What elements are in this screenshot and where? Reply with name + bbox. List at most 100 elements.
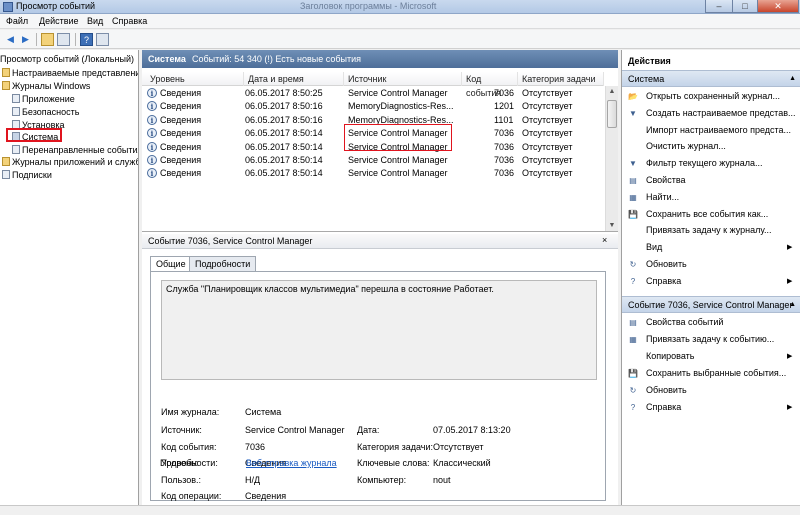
row-date: 06.05.2017 8:50:25 — [245, 88, 323, 98]
tree-windows-logs[interactable]: Журналы Windows — [2, 80, 90, 92]
window-title: Просмотр событий — [16, 1, 96, 11]
actions-section-event[interactable]: Событие 7036, Service Control Manager ▲ — [622, 296, 800, 313]
log-name: Система — [148, 54, 186, 64]
row-date: 06.05.2017 8:50:14 — [245, 141, 323, 152]
row-date: 06.05.2017 8:50:14 — [245, 155, 323, 165]
computer-label: Компьютер: — [357, 475, 407, 485]
table-row[interactable]: i Сведения 06.05.2017 8:50:14 Service Contr… — [142, 154, 604, 167]
opcode-value[interactable]: Сведения — [245, 491, 286, 501]
tree-forwarded-events[interactable]: Перенаправленные события — [12, 144, 138, 156]
menu-view[interactable]: Вид — [87, 16, 103, 26]
column-category[interactable]: Категория задачи — [518, 72, 604, 86]
action-item[interactable]: Копировать ▶ — [622, 348, 800, 365]
close-button[interactable]: ✕ — [757, 0, 799, 13]
show-tree-icon[interactable] — [57, 33, 70, 46]
row-date: 06.05.2017 8:50:14 — [245, 128, 323, 139]
tab-general[interactable]: Общие — [150, 256, 192, 272]
action-item[interactable]: Очистить журнал... — [622, 138, 800, 155]
date-value[interactable]: 07.05.2017 8:13:20 — [433, 425, 511, 435]
action-item[interactable]: ? Справка ▶ — [622, 273, 800, 290]
user-value[interactable]: Н/Д — [245, 475, 260, 485]
table-row[interactable]: i Сведения 06.05.2017 8:50:14 Service Contr… — [142, 167, 604, 180]
row-level: Сведения — [160, 155, 202, 165]
action-item[interactable]: ▤ Свойства — [622, 172, 800, 189]
info-icon: i — [147, 114, 157, 125]
action-item[interactable]: ↻ Обновить — [622, 382, 800, 399]
back-arrow-icon[interactable]: ◀ — [4, 33, 17, 46]
action-item[interactable]: Вид ▶ — [622, 239, 800, 256]
event-detail-title: Событие 7036, Service Control Manager — [148, 236, 313, 246]
action-item[interactable]: ▦ Привязать задачу к событию... — [622, 331, 800, 348]
tree-root[interactable]: Просмотр событий (Локальный) — [0, 53, 134, 65]
events-scrollbar[interactable]: ▲ ▼ — [605, 86, 618, 231]
action-item[interactable]: ▦ Найти... — [622, 189, 800, 206]
menu-bar: Файл Действие Вид Справка — [0, 14, 800, 29]
tree-security[interactable]: Безопасность — [12, 106, 79, 118]
submenu-arrow-icon: ▶ — [787, 244, 793, 252]
row-category: Отсутствует — [522, 168, 573, 179]
scroll-down-icon[interactable]: ▼ — [606, 220, 618, 231]
forward-arrow-icon[interactable]: ▶ — [19, 33, 32, 46]
row-category: Отсутствует — [522, 88, 573, 98]
event-code-value[interactable]: 7036 — [245, 442, 265, 452]
subscription-icon — [2, 170, 10, 179]
action-item[interactable]: Импорт настраиваемого предста... — [622, 122, 800, 139]
more-info-label: Подробности: — [160, 458, 218, 468]
event-message[interactable]: Служба "Планировщик классов мультимедиа"… — [161, 280, 597, 380]
task-category-value[interactable]: Отсутствует — [433, 442, 483, 452]
keywords-value[interactable]: Классический — [433, 458, 491, 468]
menu-file[interactable]: Файл — [6, 16, 28, 26]
action-item[interactable]: Привязать задачу к журналу... — [622, 222, 800, 239]
log-icon — [12, 145, 20, 154]
collapse-icon[interactable]: ▲ — [789, 71, 796, 87]
column-source[interactable]: Источник — [344, 72, 462, 86]
action-item[interactable]: ▼ Создать настраиваемое представ... — [622, 105, 800, 122]
column-code[interactable]: Код события — [462, 72, 518, 98]
folder-up-icon[interactable] — [41, 33, 54, 46]
table-row[interactable]: i Сведения 06.05.2017 8:50:16 MemoryDiagnos… — [142, 100, 604, 113]
show-actions-icon[interactable] — [96, 33, 109, 46]
computer-value[interactable]: nout — [433, 475, 451, 485]
minimize-button[interactable]: – — [705, 0, 733, 13]
action-item[interactable]: ↻ Обновить — [622, 256, 800, 273]
tab-details[interactable]: Подробности — [189, 256, 257, 271]
menu-help[interactable]: Справка — [112, 16, 147, 26]
actions-section-system[interactable]: Система ▲ — [622, 70, 800, 87]
table-row[interactable]: i Сведения 06.05.2017 8:50:25 Service Contr… — [142, 87, 604, 100]
maximize-button[interactable]: □ — [732, 0, 758, 13]
tree-custom-views[interactable]: Настраиваемые представления — [2, 67, 138, 79]
help-icon[interactable]: ? — [80, 33, 93, 46]
open-log-icon: 📂 — [628, 92, 638, 101]
scroll-up-icon[interactable]: ▲ — [606, 86, 618, 98]
row-source: Service Control Manager — [348, 155, 448, 165]
collapse-icon[interactable]: ▲ — [789, 297, 796, 313]
column-date[interactable]: Дата и время — [244, 72, 344, 86]
tree-subscriptions[interactable]: Подписки — [2, 169, 52, 181]
action-item[interactable]: ? Справка ▶ — [622, 399, 800, 416]
tree-application[interactable]: Приложение — [12, 93, 75, 105]
action-item[interactable]: 📂 Открыть сохраненный журнал... — [622, 88, 800, 105]
web-help-link[interactable]: Веб-справка журнала — [246, 458, 337, 468]
close-icon[interactable]: × — [602, 235, 607, 245]
events-pane-header: Система Событий: 54 340 (!) Есть новые с… — [142, 50, 618, 68]
menu-action[interactable]: Действие — [39, 16, 79, 26]
row-code: 7036 — [494, 168, 515, 179]
action-item[interactable]: 💾 Сохранить все события как... — [622, 206, 800, 223]
info-icon: i — [147, 168, 157, 179]
action-item[interactable]: 💾 Сохранить выбранные события... — [622, 365, 800, 382]
row-category: Отсутствует — [522, 101, 573, 112]
action-item[interactable]: ▤ Свойства событий — [622, 314, 800, 331]
folder-icon — [2, 68, 10, 77]
log-name-value[interactable]: Система — [245, 407, 281, 417]
attach-task-icon: ▦ — [629, 335, 637, 344]
action-item[interactable]: ▼ Фильтр текущего журнала... — [622, 155, 800, 172]
row-level: Сведения — [160, 101, 202, 112]
source-value[interactable]: Service Control Manager — [245, 425, 345, 435]
scroll-thumb[interactable] — [607, 100, 617, 128]
row-level: Сведения — [160, 168, 202, 179]
system-highlight-box — [6, 128, 62, 142]
column-level[interactable]: Уровень — [146, 72, 244, 86]
find-icon: ▦ — [629, 192, 637, 202]
tree-app-services-logs[interactable]: Журналы приложений и служб — [2, 156, 138, 168]
row-code: 7036 — [494, 141, 515, 152]
